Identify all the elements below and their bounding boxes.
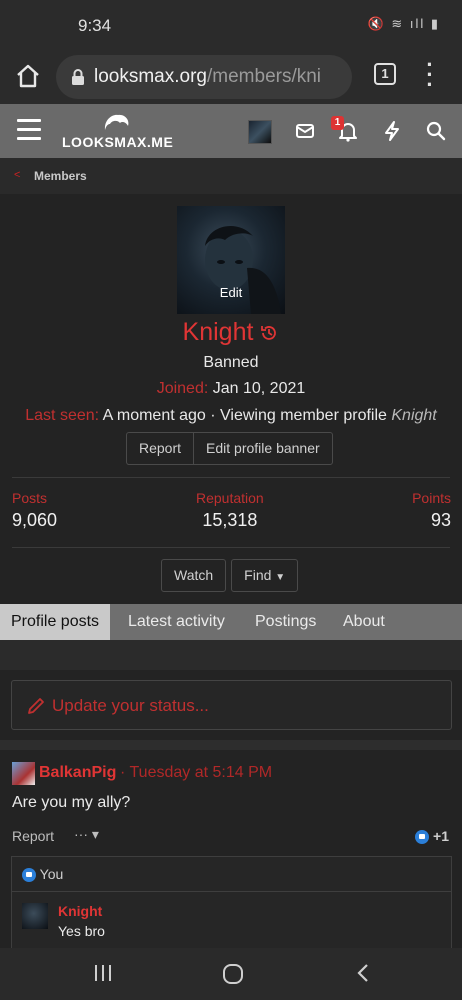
inbox-icon[interactable]: [294, 120, 316, 142]
pencil-icon: [28, 698, 44, 714]
profile-name: Knight: [0, 318, 462, 347]
notification-badge: 1: [331, 116, 344, 130]
logo-text: LOOKSMAX.ME: [62, 134, 174, 150]
divider: [12, 891, 451, 892]
joined-value: Jan 10, 2021: [212, 380, 306, 397]
stat-points[interactable]: Points 93: [412, 490, 451, 531]
watch-find-actions: Watch Find ▼: [161, 559, 299, 592]
chevron-left-icon: <: [14, 169, 21, 181]
profile-post: BalkanPig · Tuesday at 5:14 PM Are you m…: [0, 750, 462, 950]
stat-value: 15,318: [202, 510, 258, 530]
url-path: /members/kni: [207, 66, 322, 87]
stat-label: Posts: [12, 490, 48, 506]
back-icon[interactable]: [352, 962, 374, 984]
comment-author-avatar[interactable]: [22, 903, 48, 929]
tab-latest-activity[interactable]: Latest activity: [128, 613, 225, 631]
like-icon: [415, 830, 430, 845]
member-profile: Edit Knight Banned Joined: Jan 10, 2021 …: [0, 194, 462, 604]
liked-by[interactable]: You: [22, 866, 64, 883]
profile-avatar[interactable]: Edit: [177, 206, 285, 314]
find-label: Find: [244, 567, 272, 583]
stat-posts[interactable]: Posts 9,060: [12, 490, 57, 531]
tab-switcher-button[interactable]: 1: [374, 63, 396, 85]
like-icon: [22, 868, 36, 883]
find-dropdown-button[interactable]: Find ▼: [231, 559, 299, 592]
status-icons: 🔇 ≋ ıll ▮: [367, 16, 440, 31]
stat-label: Points: [412, 490, 451, 506]
search-icon[interactable]: [425, 120, 447, 142]
lock-icon: [72, 69, 84, 85]
breadcrumb-members-link[interactable]: Members: [34, 169, 87, 183]
stat-value: 9,060: [12, 510, 58, 530]
divider: [12, 477, 450, 478]
stat-reputation[interactable]: Reputation 15,318: [196, 490, 264, 531]
profile-user-title: Banned: [203, 354, 259, 371]
post-author-avatar[interactable]: [12, 762, 35, 785]
url-domain: looksmax.org: [94, 66, 207, 87]
tab-about[interactable]: About: [343, 613, 385, 631]
comment-text: Yes bro: [58, 923, 105, 939]
address-bar[interactable]: looksmax.org/members/kni: [56, 55, 352, 99]
liked-by-text: You: [39, 866, 64, 882]
profile-last-seen: Last seen: A moment ago · Viewing member…: [0, 407, 462, 425]
post-date[interactable]: · Tuesday at 5:14 PM: [120, 764, 272, 782]
status-time: 9:34: [78, 16, 112, 35]
system-nav-bar: [0, 948, 462, 1000]
home-nav-icon[interactable]: [221, 962, 245, 986]
post-comments: You Knight Yes bro: [11, 856, 452, 950]
site-header: LOOKSMAX.ME 1: [0, 104, 462, 158]
logo-hair-icon: [104, 114, 129, 130]
watch-button[interactable]: Watch: [161, 559, 227, 592]
site-logo[interactable]: LOOKSMAX.ME: [62, 112, 174, 152]
profile-name-text: Knight: [182, 318, 254, 346]
user-avatar[interactable]: [248, 120, 272, 144]
avatar-edit-label[interactable]: Edit: [177, 285, 285, 300]
browser-toolbar: looksmax.org/members/kni 1 · · ·: [0, 50, 462, 104]
profile-actions: Report Edit profile banner: [126, 432, 333, 465]
last-seen-member-link[interactable]: Knight: [391, 407, 436, 424]
like-count: +1: [433, 828, 449, 844]
status-placeholder: Update your status...: [52, 696, 209, 715]
post-like-summary[interactable]: +1: [415, 828, 449, 845]
joined-label: Joined:: [156, 380, 209, 397]
hamburger-menu-icon[interactable]: [17, 119, 41, 141]
history-icon[interactable]: [259, 323, 279, 343]
chevron-down-icon: ▼: [275, 572, 286, 583]
recent-apps-icon[interactable]: [92, 962, 114, 984]
profile-tabs: Profile posts Latest activity Postings A…: [0, 604, 462, 640]
report-button[interactable]: Report: [127, 433, 193, 464]
post-author[interactable]: BalkanPig: [39, 764, 116, 782]
post-more-menu[interactable]: ··· ▾: [74, 826, 99, 843]
comment-author[interactable]: Knight: [58, 903, 102, 919]
breadcrumb: < Members: [0, 158, 462, 194]
edit-profile-banner-button[interactable]: Edit profile banner: [193, 433, 332, 464]
lightning-icon[interactable]: [381, 120, 403, 142]
phone-status-bar: 9:34 🔇 ≋ ıll ▮: [0, 0, 462, 50]
tab-postings[interactable]: Postings: [255, 613, 316, 631]
stat-label: Reputation: [196, 490, 264, 506]
stat-value: 93: [430, 510, 451, 530]
profile-joined: Joined: Jan 10, 2021: [0, 380, 462, 398]
status-update-input[interactable]: Update your status...: [11, 680, 452, 730]
last-seen-value: A moment ago · Viewing member profile: [102, 407, 387, 424]
home-icon[interactable]: [15, 63, 41, 89]
url-text: looksmax.org/members/kni: [94, 66, 321, 88]
tab-profile-posts[interactable]: Profile posts: [0, 604, 111, 640]
divider: [0, 740, 462, 750]
divider: [12, 547, 450, 548]
spacer: [0, 640, 462, 670]
post-report-link[interactable]: Report: [12, 828, 54, 844]
post-body: Are you my ally?: [12, 794, 131, 811]
browser-menu-icon[interactable]: · · ·: [420, 54, 440, 96]
last-seen-label: Last seen:: [25, 407, 100, 424]
